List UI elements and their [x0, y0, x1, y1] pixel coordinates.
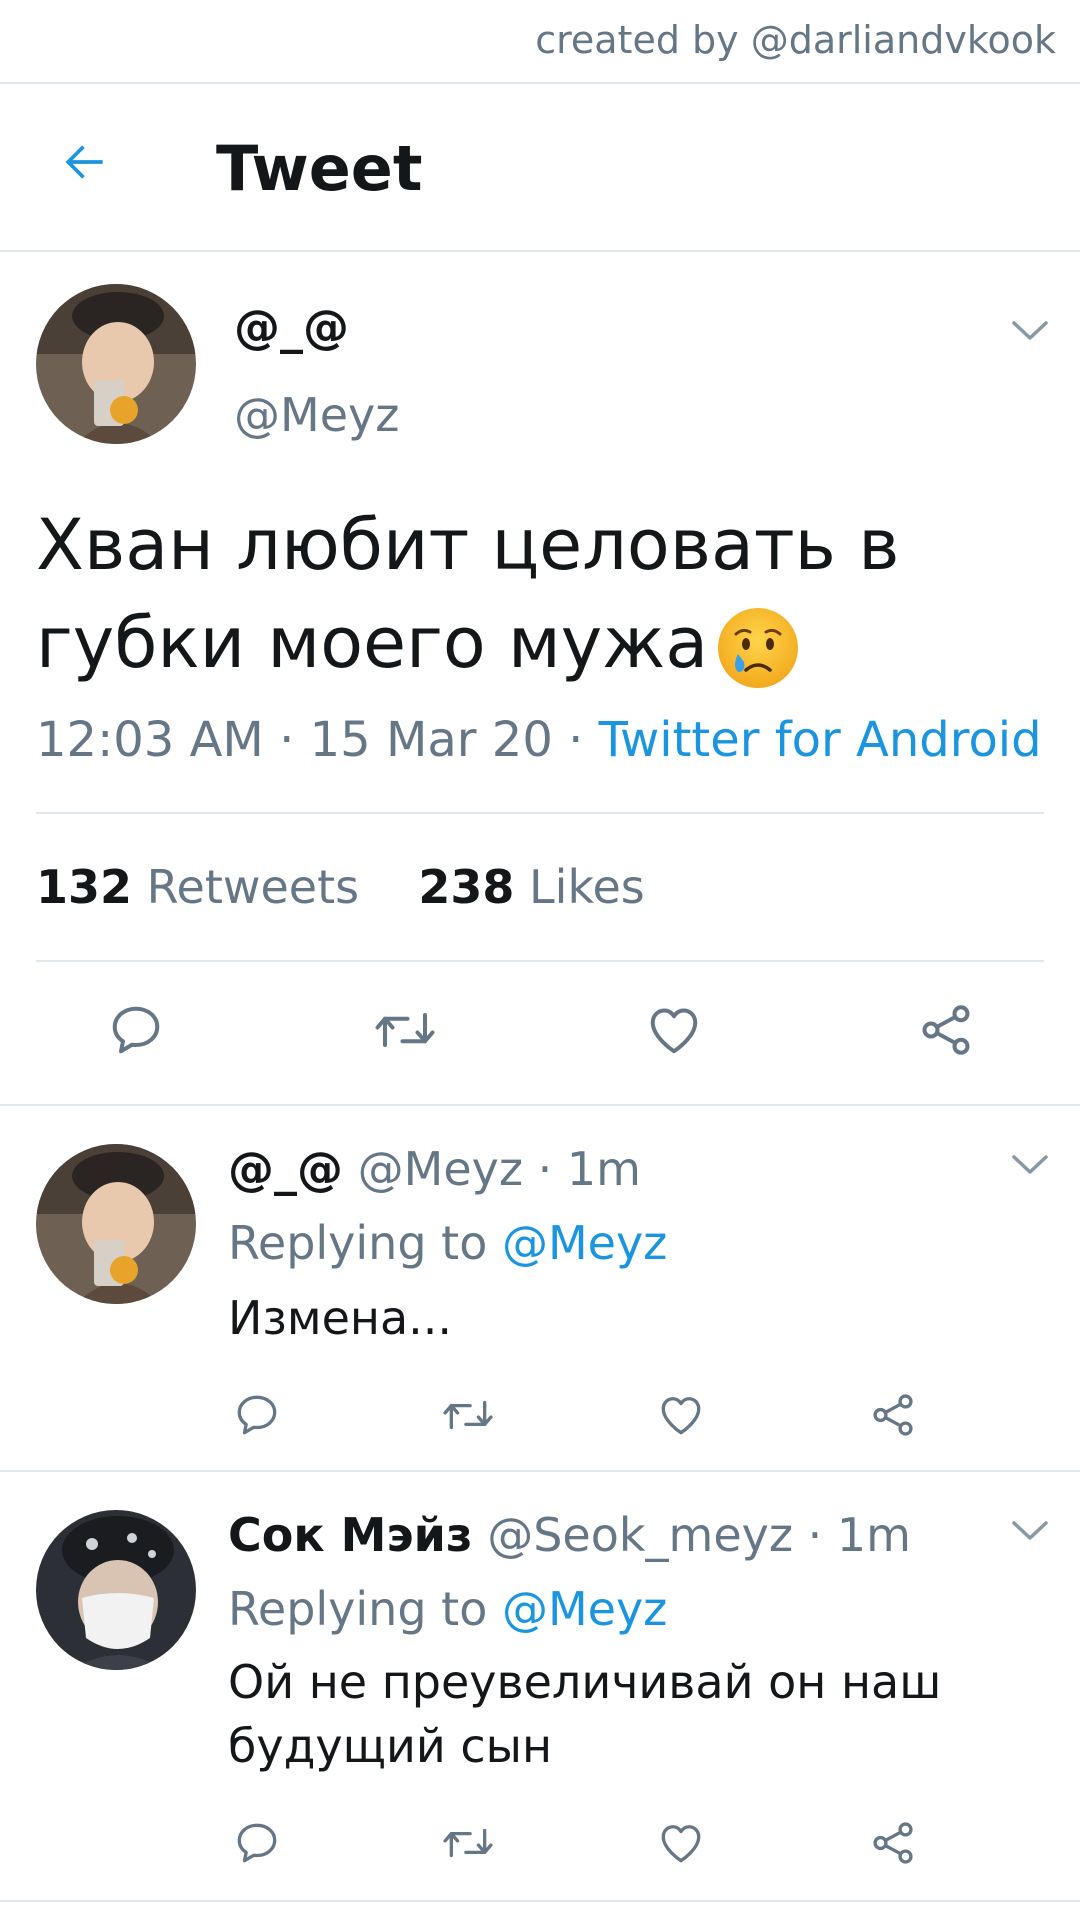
avatar[interactable] [36, 1144, 196, 1304]
page-title: Tweet [216, 132, 423, 205]
retweets-label: Retweets [146, 860, 360, 914]
reply-handle[interactable]: @Seok_meyz [487, 1508, 793, 1562]
reply-age: 1m [836, 1508, 911, 1562]
replying-to-link[interactable]: @Meyz [502, 1216, 667, 1270]
share-icon[interactable] [868, 1390, 918, 1440]
watermark-text: created by @darliandvkook [535, 18, 1056, 62]
divider [0, 1900, 1080, 1902]
chevron-down-icon[interactable] [1010, 318, 1050, 344]
like-heart-icon[interactable] [656, 1818, 706, 1868]
tweet-meta: 12:03 AM · 15 Mar 20 · Twitter for Andro… [36, 712, 1042, 768]
like-heart-icon[interactable] [656, 1390, 706, 1440]
reply-display-name[interactable]: Сок Мэйз [228, 1508, 473, 1562]
divider [36, 812, 1044, 814]
share-icon[interactable] [868, 1818, 918, 1868]
chevron-down-icon[interactable] [1010, 1152, 1050, 1178]
retweet-icon[interactable] [372, 1000, 438, 1060]
avatar[interactable] [36, 284, 196, 444]
reply-age: 1m [566, 1142, 641, 1196]
tweet-date: 15 Mar 20 [309, 712, 553, 768]
replying-to: Replying to @Meyz [228, 1216, 667, 1270]
tweet-time: 12:03 AM [36, 712, 264, 768]
crying-face-icon [718, 607, 799, 688]
watermark-bar: created by @darliandvkook [0, 0, 1080, 84]
reply-tweet[interactable]: @_@ @Meyz · 1m Replying to @Meyz Измена.… [0, 1106, 1080, 1466]
chevron-down-icon[interactable] [1010, 1518, 1050, 1544]
retweets-count: 132 [36, 860, 133, 914]
reply-header: @_@ @Meyz · 1m [228, 1142, 641, 1196]
share-icon[interactable] [916, 1000, 976, 1060]
tweet-source-link[interactable]: Twitter for Android [599, 712, 1042, 768]
replying-to-label: Replying to [228, 1582, 488, 1636]
reply-text: Измена... [228, 1291, 453, 1345]
retweets-stat[interactable]: 132 Retweets [36, 860, 359, 914]
retweet-icon[interactable] [440, 1390, 496, 1440]
tweet-text: Хван любит целовать в губки моего мужа [36, 496, 1016, 692]
like-heart-icon[interactable] [644, 1000, 704, 1060]
reply-icon[interactable] [106, 1000, 166, 1060]
replying-to-label: Replying to [228, 1216, 488, 1270]
reply-display-name[interactable]: @_@ [228, 1142, 343, 1196]
replying-to: Replying to @Meyz [228, 1582, 667, 1636]
divider [36, 960, 1044, 962]
tweet-stats: 132 Retweets 238 Likes [36, 860, 645, 914]
likes-count: 238 [418, 860, 515, 914]
reply-handle[interactable]: @Meyz [358, 1142, 523, 1196]
replying-to-link[interactable]: @Meyz [502, 1582, 667, 1636]
author-display-name[interactable]: @_@ [234, 300, 349, 354]
back-arrow-icon[interactable] [56, 134, 112, 190]
reply-text: Ой не преувеличивай он наш будущий сын [228, 1655, 942, 1773]
reply-header: Сок Мэйз @Seok_meyz · 1m [228, 1508, 911, 1562]
avatar[interactable] [36, 1510, 196, 1670]
top-app-bar: Tweet [0, 84, 1080, 252]
retweet-icon[interactable] [440, 1818, 496, 1868]
likes-stat[interactable]: 238 Likes [418, 860, 644, 914]
reply-icon[interactable] [232, 1390, 282, 1440]
author-handle[interactable]: @Meyz [234, 388, 399, 442]
reply-icon[interactable] [232, 1818, 282, 1868]
likes-label: Likes [529, 860, 645, 914]
reply-tweet[interactable]: Сок Мэйз @Seok_meyz · 1m Replying to @Me… [0, 1472, 1080, 1912]
tweet-actions [0, 1000, 1080, 1070]
